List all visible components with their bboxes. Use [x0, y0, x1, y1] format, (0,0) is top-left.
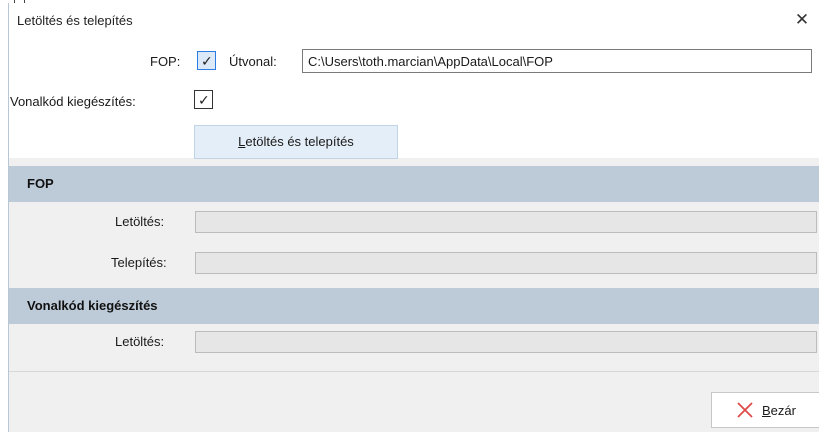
section-header-barcode: Vonalkód kiegészítés — [9, 288, 819, 324]
fop-install-progress — [195, 252, 817, 274]
checkmark-icon: ✓ — [201, 53, 213, 69]
fop-download-label: Letöltés: — [115, 214, 165, 229]
path-input[interactable] — [302, 49, 812, 73]
window-title: Letöltés és telepítés — [17, 13, 133, 28]
barcode-checkbox[interactable]: ✓ — [194, 90, 213, 109]
barcode-label: Vonalkód kiegészítés: — [10, 94, 136, 109]
fop-label: FOP: — [150, 54, 181, 69]
section-header-fop: FOP — [9, 166, 819, 202]
download-install-button[interactable]: Letöltés és telepítés — [194, 125, 398, 159]
fop-checkbox[interactable]: ✓ — [197, 51, 216, 70]
close-icon[interactable]: ✕ — [792, 9, 812, 31]
download-install-dialog: Letöltés és telepítés ✕ FOP: ✓ Útvonal: … — [8, 3, 819, 432]
barcode-download-progress — [195, 331, 817, 353]
fop-install-label: Telepítés: — [111, 255, 167, 270]
fop-download-progress — [195, 211, 817, 233]
footer-divider — [9, 371, 819, 372]
checkmark-icon: ✓ — [198, 92, 210, 108]
download-button-label: etöltés és telepítés — [245, 134, 354, 149]
title-bar: Letöltés és telepítés ✕ — [9, 3, 819, 37]
path-label: Útvonal: — [229, 54, 277, 69]
section-title: Vonalkód kiegészítés — [27, 298, 158, 313]
barcode-download-label: Letöltés: — [115, 334, 165, 349]
section-title: FOP — [27, 176, 54, 191]
close-button-label: Bezár — [762, 403, 796, 418]
red-x-icon — [737, 402, 753, 418]
close-button[interactable]: Bezár — [711, 392, 819, 428]
